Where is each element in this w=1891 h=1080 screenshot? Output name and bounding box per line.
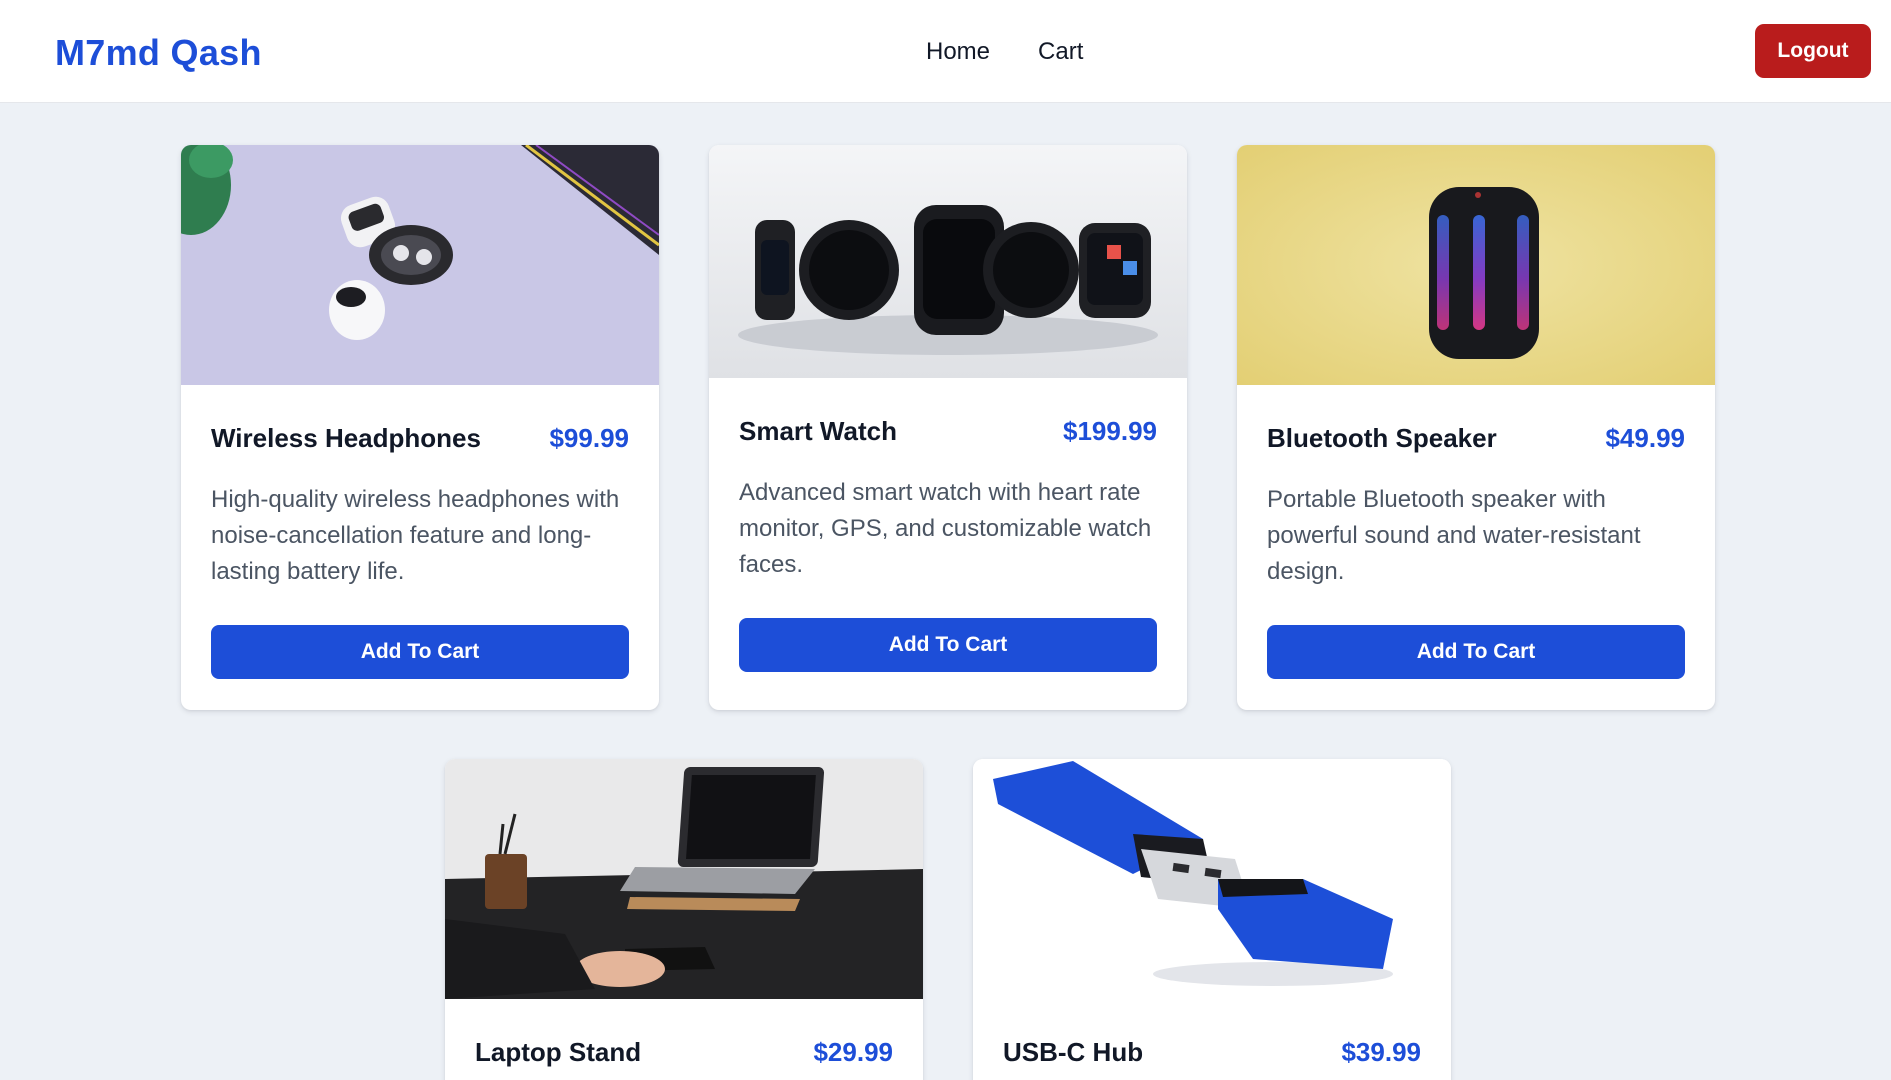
product-price: $49.99 [1605, 423, 1685, 453]
product-card: USB-C Hub $39.99 [973, 759, 1451, 1080]
product-name: Bluetooth Speaker [1267, 423, 1497, 453]
product-card: Laptop Stand $29.99 [445, 759, 923, 1080]
add-to-cart-button[interactable]: Add To Cart [211, 625, 629, 679]
brand-logo[interactable]: M7md Qash [55, 32, 262, 74]
product-card-body: Smart Watch $199.99 Advanced smart watch… [739, 416, 1157, 680]
product-name: Smart Watch [739, 416, 897, 446]
product-description: Advanced smart watch with heart rate mon… [739, 479, 1152, 578]
product-card: Bluetooth Speaker $49.99 Portable Blueto… [1237, 145, 1715, 710]
product-name: Laptop Stand [475, 1037, 642, 1067]
product-image [1237, 145, 1715, 385]
add-to-cart-button[interactable]: Add To Cart [1267, 625, 1685, 679]
product-image [973, 759, 1451, 999]
product-name: Wireless Headphones [211, 423, 481, 453]
product-price: $39.99 [1341, 1037, 1421, 1067]
product-name: USB-C Hub [1003, 1037, 1144, 1067]
product-image [445, 759, 923, 999]
product-card-body: Wireless Headphones $99.99 High-quality … [211, 423, 629, 680]
nav-cart-link[interactable]: Cart [1038, 38, 1083, 66]
product-card: Smart Watch $199.99 Advanced smart watch… [709, 145, 1187, 710]
product-description: Portable Bluetooth speaker with powerful… [1267, 486, 1641, 585]
add-to-cart-button[interactable]: Add To Cart [739, 618, 1157, 672]
product-card-body: Bluetooth Speaker $49.99 Portable Blueto… [1267, 423, 1685, 680]
product-card-body: Laptop Stand $29.99 [475, 1037, 893, 1080]
nav-links: Home Cart [926, 38, 1083, 66]
product-image [181, 145, 659, 385]
product-price: $29.99 [813, 1037, 893, 1067]
logout-button[interactable]: Logout [1755, 24, 1871, 78]
nav-home-link[interactable]: Home [926, 38, 990, 66]
product-card: Wireless Headphones $99.99 High-quality … [181, 145, 659, 710]
product-price: $199.99 [1063, 416, 1157, 446]
product-price: $99.99 [549, 423, 629, 453]
product-card-body: USB-C Hub $39.99 [1003, 1037, 1421, 1080]
product-description: High-quality wireless headphones with no… [211, 486, 620, 585]
product-image [709, 145, 1187, 378]
navbar: M7md Qash Home Cart Logout [0, 0, 1891, 103]
